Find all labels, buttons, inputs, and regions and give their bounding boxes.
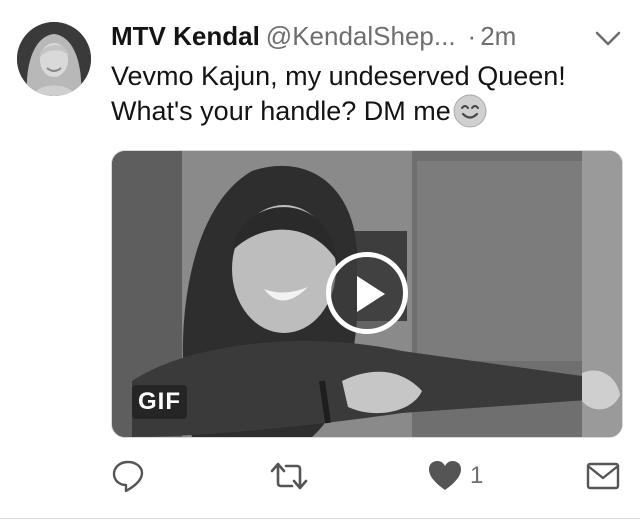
separator-dot: ·: [467, 21, 477, 51]
retweet-icon: [270, 462, 308, 490]
heart-icon: [429, 461, 461, 490]
like-count: 1: [470, 462, 484, 489]
display-name[interactable]: MTV Kendal: [111, 21, 260, 51]
tweet-text-block: Vevmo Kajun, my undeserved Queen! What's…: [111, 60, 621, 129]
timestamp[interactable]: 2m: [480, 21, 516, 51]
tweet-divider: [0, 518, 640, 519]
tweet-actions: 1: [0, 452, 640, 500]
reply-button[interactable]: [111, 458, 145, 494]
play-icon: [357, 276, 385, 312]
direct-message-button[interactable]: [586, 458, 620, 494]
like-button[interactable]: 1: [428, 458, 483, 494]
gif-badge: GIF: [132, 385, 187, 419]
user-handle[interactable]: @KendalShep...: [266, 21, 456, 51]
retweet-button[interactable]: [270, 458, 308, 494]
tweet-header: MTV Kendal @KendalShep... · 2m: [111, 18, 621, 54]
chevron-down-icon[interactable]: [595, 24, 621, 50]
reply-icon: [112, 460, 144, 493]
tweet-text: Vevmo Kajun, my undeserved Queen! What's…: [111, 61, 566, 126]
smiling-face-icon: [452, 93, 488, 129]
play-button[interactable]: [326, 252, 408, 334]
gif-media[interactable]: GIF: [111, 150, 623, 438]
envelope-icon: [586, 462, 620, 490]
avatar[interactable]: [17, 22, 91, 96]
tweet-card[interactable]: MTV Kendal @KendalShep... · 2m Vevmo Kajun,…: [0, 0, 640, 528]
